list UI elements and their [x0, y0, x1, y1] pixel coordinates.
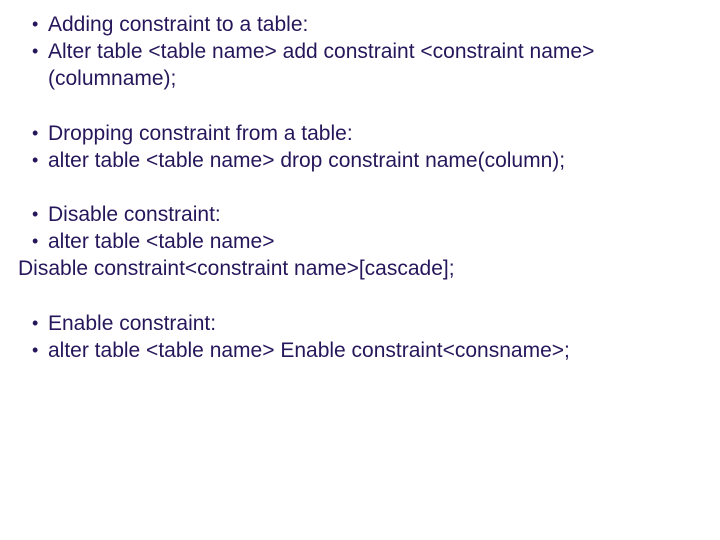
bullet-text: Dropping constraint from a table: [48, 121, 702, 148]
bullet-text: Enable constraint: [48, 311, 702, 338]
bullet-text: Disable constraint: [48, 202, 702, 229]
bullet-icon: • [18, 202, 48, 227]
bullet-text: alter table <table name> drop constraint… [48, 148, 702, 175]
bullet-icon: • [18, 39, 48, 64]
bullet-icon: • [18, 311, 48, 336]
bullet-icon: • [18, 148, 48, 173]
continuation-line: Disable constraint<constraint name>[casc… [18, 256, 702, 283]
group-enable-constraint: • Enable constraint: • alter table <tabl… [18, 311, 702, 365]
group-add-constraint: • Adding constraint to a table: • Alter … [18, 12, 702, 93]
list-item: • alter table <table name> [18, 229, 702, 256]
slide-content: • Adding constraint to a table: • Alter … [0, 0, 720, 377]
list-item: • Dropping constraint from a table: [18, 121, 702, 148]
bullet-text: Adding constraint to a table: [48, 12, 702, 39]
bullet-icon: • [18, 12, 48, 37]
list-item: • Disable constraint: [18, 202, 702, 229]
bullet-icon: • [18, 229, 48, 254]
group-disable-constraint: • Disable constraint: • alter table <tab… [18, 202, 702, 283]
list-item: • Adding constraint to a table: [18, 12, 702, 39]
bullet-text: Alter table <table name> add constraint … [48, 39, 702, 93]
list-item: • Enable constraint: [18, 311, 702, 338]
bullet-icon: • [18, 121, 48, 146]
list-item: • alter table <table name> drop constrai… [18, 148, 702, 175]
group-drop-constraint: • Dropping constraint from a table: • al… [18, 121, 702, 175]
bullet-icon: • [18, 338, 48, 363]
list-item: • Alter table <table name> add constrain… [18, 39, 702, 93]
bullet-text: alter table <table name> [48, 229, 702, 256]
list-item: • alter table <table name> Enable constr… [18, 338, 702, 365]
bullet-text: alter table <table name> Enable constrai… [48, 338, 702, 365]
